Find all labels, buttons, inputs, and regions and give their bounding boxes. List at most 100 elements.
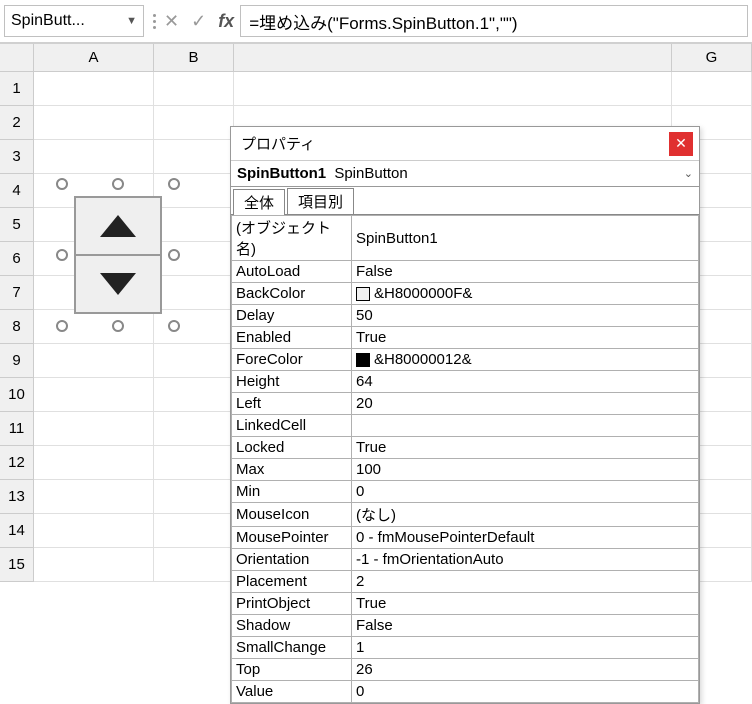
cell[interactable] <box>154 446 234 480</box>
property-row[interactable]: ForeColor&H80000012& <box>232 349 699 371</box>
property-value[interactable]: True <box>352 437 699 459</box>
property-value[interactable]: 1 <box>352 637 699 659</box>
row-header[interactable]: 6 <box>0 242 34 276</box>
property-row[interactable]: Orientation-1 - fmOrientationAuto <box>232 549 699 571</box>
property-value[interactable] <box>352 415 699 437</box>
tab-category[interactable]: 項目別 <box>287 188 354 214</box>
property-row[interactable]: ShadowFalse <box>232 615 699 637</box>
close-button[interactable]: ✕ <box>669 132 693 156</box>
property-value[interactable]: 0 <box>352 481 699 503</box>
cell[interactable] <box>34 548 154 582</box>
property-row[interactable]: PrintObjectTrue <box>232 593 699 615</box>
cell[interactable] <box>34 412 154 446</box>
property-row[interactable]: EnabledTrue <box>232 327 699 349</box>
cell[interactable] <box>154 514 234 548</box>
cell[interactable] <box>34 378 154 412</box>
chevron-down-icon[interactable]: ⌄ <box>684 167 693 180</box>
enter-icon[interactable]: ✓ <box>191 11 206 32</box>
property-row[interactable]: Min0 <box>232 481 699 503</box>
row-header[interactable]: 13 <box>0 480 34 514</box>
formula-input[interactable]: =埋め込み("Forms.SpinButton.1","") <box>240 5 748 37</box>
row-header[interactable]: 15 <box>0 548 34 582</box>
cell[interactable] <box>154 140 234 174</box>
resize-handle[interactable] <box>112 320 124 332</box>
cell[interactable] <box>154 548 234 582</box>
property-value[interactable]: False <box>352 615 699 637</box>
cell[interactable] <box>234 72 672 106</box>
cell[interactable] <box>154 344 234 378</box>
col-header-B[interactable]: B <box>154 44 234 71</box>
row-header[interactable]: 8 <box>0 310 34 344</box>
property-row[interactable]: Delay50 <box>232 305 699 327</box>
row-header[interactable]: 10 <box>0 378 34 412</box>
cell[interactable] <box>154 72 234 106</box>
property-value[interactable]: 0 - fmMousePointerDefault <box>352 527 699 549</box>
resize-handle[interactable] <box>56 178 68 190</box>
resize-handle[interactable] <box>168 320 180 332</box>
resize-handle[interactable] <box>112 178 124 190</box>
drag-handle[interactable] <box>150 6 158 36</box>
row-header[interactable]: 5 <box>0 208 34 242</box>
property-row[interactable]: (オブジェクト名)SpinButton1 <box>232 216 699 261</box>
resize-handle[interactable] <box>168 249 180 261</box>
row-header[interactable]: 11 <box>0 412 34 446</box>
row-header[interactable]: 9 <box>0 344 34 378</box>
resize-handle[interactable] <box>168 178 180 190</box>
property-row[interactable]: Height64 <box>232 371 699 393</box>
cell[interactable] <box>34 446 154 480</box>
property-value[interactable]: 0 <box>352 681 699 703</box>
property-value[interactable]: 20 <box>352 393 699 415</box>
chevron-down-icon[interactable]: ▼ <box>126 15 137 27</box>
property-row[interactable]: Value0 <box>232 681 699 703</box>
property-value[interactable]: False <box>352 261 699 283</box>
property-row[interactable]: Top26 <box>232 659 699 681</box>
cell[interactable] <box>672 72 752 106</box>
property-row[interactable]: MouseIcon(なし) <box>232 503 699 527</box>
property-value[interactable]: 50 <box>352 305 699 327</box>
property-row[interactable]: MousePointer0 - fmMousePointerDefault <box>232 527 699 549</box>
row-header[interactable]: 1 <box>0 72 34 106</box>
resize-handle[interactable] <box>56 320 68 332</box>
row-header[interactable]: 4 <box>0 174 34 208</box>
spinbutton-control[interactable] <box>62 184 174 326</box>
cell[interactable] <box>34 344 154 378</box>
tab-all[interactable]: 全体 <box>233 189 285 215</box>
row-header[interactable]: 3 <box>0 140 34 174</box>
fx-icon[interactable]: fx <box>218 11 234 32</box>
resize-handle[interactable] <box>56 249 68 261</box>
name-box[interactable]: SpinButt... ▼ <box>4 5 144 37</box>
row-header[interactable]: 2 <box>0 106 34 140</box>
property-row[interactable]: Max100 <box>232 459 699 481</box>
cell[interactable] <box>34 514 154 548</box>
property-value[interactable]: 100 <box>352 459 699 481</box>
property-row[interactable]: SmallChange1 <box>232 637 699 659</box>
cell[interactable] <box>154 412 234 446</box>
property-row[interactable]: Left20 <box>232 393 699 415</box>
property-value[interactable]: 26 <box>352 659 699 681</box>
cell[interactable] <box>154 378 234 412</box>
property-value[interactable]: (なし) <box>352 503 699 527</box>
row-header[interactable]: 14 <box>0 514 34 548</box>
row-header[interactable]: 7 <box>0 276 34 310</box>
row-header[interactable]: 12 <box>0 446 34 480</box>
col-header-A[interactable]: A <box>34 44 154 71</box>
property-row[interactable]: BackColor&H8000000F& <box>232 283 699 305</box>
property-value[interactable]: True <box>352 593 699 615</box>
properties-titlebar[interactable]: プロパティ ✕ <box>231 127 699 161</box>
property-value[interactable]: &H80000012& <box>352 349 699 371</box>
cell[interactable] <box>34 106 154 140</box>
cell[interactable] <box>34 72 154 106</box>
property-row[interactable]: LinkedCell <box>232 415 699 437</box>
property-value[interactable]: SpinButton1 <box>352 216 699 261</box>
property-value[interactable]: 64 <box>352 371 699 393</box>
spin-down-button[interactable] <box>76 256 160 312</box>
property-value[interactable]: True <box>352 327 699 349</box>
property-row[interactable]: Placement2 <box>232 571 699 593</box>
spin-up-button[interactable] <box>76 198 160 256</box>
select-all-corner[interactable] <box>0 44 34 71</box>
object-selector[interactable]: SpinButton1 SpinButton ⌄ <box>231 161 699 187</box>
property-value[interactable]: &H8000000F& <box>352 283 699 305</box>
property-value[interactable]: 2 <box>352 571 699 593</box>
cell[interactable] <box>34 140 154 174</box>
cell[interactable] <box>154 480 234 514</box>
